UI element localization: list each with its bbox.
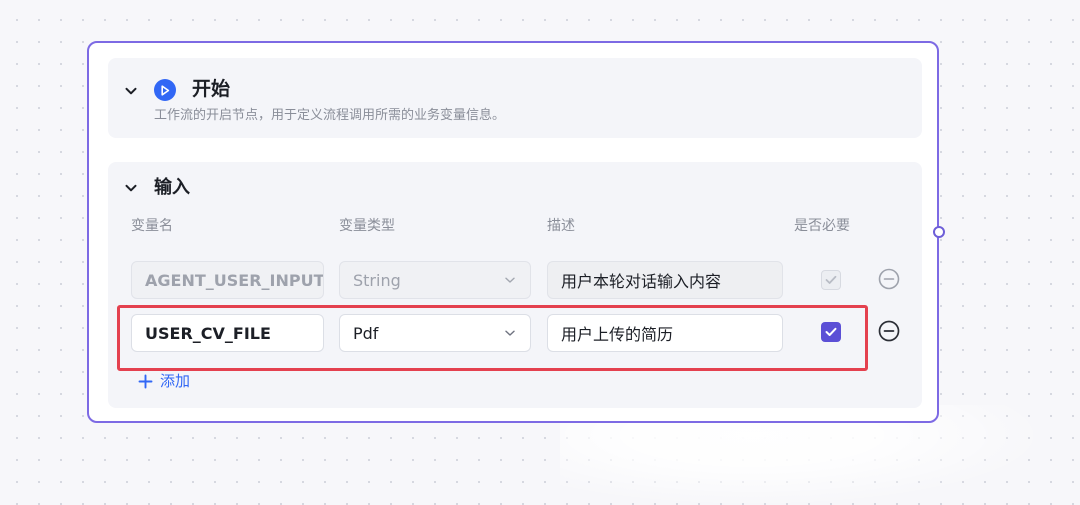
node-description: 工作流的开启节点，用于定义流程调用所需的业务变量信息。: [154, 108, 506, 123]
variable-name-input[interactable]: USER_CV_FILE: [131, 314, 324, 352]
chevron-down-icon[interactable]: [124, 181, 138, 195]
column-header-description: 描述: [547, 218, 575, 234]
chevron-down-icon: [504, 327, 516, 339]
variable-type-value: Pdf: [353, 323, 379, 343]
column-header-name: 变量名: [131, 218, 173, 234]
check-icon: [825, 327, 837, 336]
output-port[interactable]: [933, 226, 945, 238]
variable-description-value: 用户上传的简历: [561, 325, 674, 344]
start-node-header: 开始 工作流的开启节点，用于定义流程调用所需的业务变量信息。: [108, 58, 922, 138]
remove-row-button[interactable]: [878, 320, 900, 342]
variable-type-value: String: [353, 270, 401, 290]
variable-description-value: 用户本轮对话输入内容: [561, 272, 722, 291]
variable-type-select[interactable]: Pdf: [339, 314, 531, 352]
column-header-required: 是否必要: [794, 218, 850, 234]
chevron-down-icon: [504, 274, 516, 286]
required-checkbox[interactable]: [821, 322, 841, 342]
play-icon: [154, 79, 176, 101]
plus-icon: [138, 374, 153, 388]
minus-circle-icon: [878, 320, 900, 342]
remove-row-button[interactable]: [878, 268, 900, 290]
variable-name-input[interactable]: AGENT_USER_INPUT: [131, 261, 324, 299]
add-variable-label: 添加: [160, 372, 191, 390]
check-icon: [825, 275, 837, 284]
variable-description-input[interactable]: 用户本轮对话输入内容: [547, 261, 783, 299]
required-checkbox[interactable]: [821, 270, 841, 290]
chevron-down-icon[interactable]: [124, 84, 138, 98]
inputs-section: 输入 变量名 变量类型 描述 是否必要 AGENT_USER_INPUT Str…: [108, 162, 922, 408]
column-header-type: 变量类型: [339, 218, 395, 234]
variable-name-value: USER_CV_FILE: [145, 323, 271, 343]
start-node-card[interactable]: 开始 工作流的开启节点，用于定义流程调用所需的业务变量信息。 输入 变量名 变量…: [87, 41, 939, 423]
variable-name-value: AGENT_USER_INPUT: [145, 270, 324, 290]
node-title: 开始: [192, 78, 231, 100]
variable-description-input[interactable]: 用户上传的简历: [547, 314, 783, 352]
add-variable-button[interactable]: 添加: [138, 371, 190, 391]
variable-type-select[interactable]: String: [339, 261, 531, 299]
inputs-title: 输入: [154, 177, 190, 198]
minus-circle-icon: [878, 268, 900, 290]
